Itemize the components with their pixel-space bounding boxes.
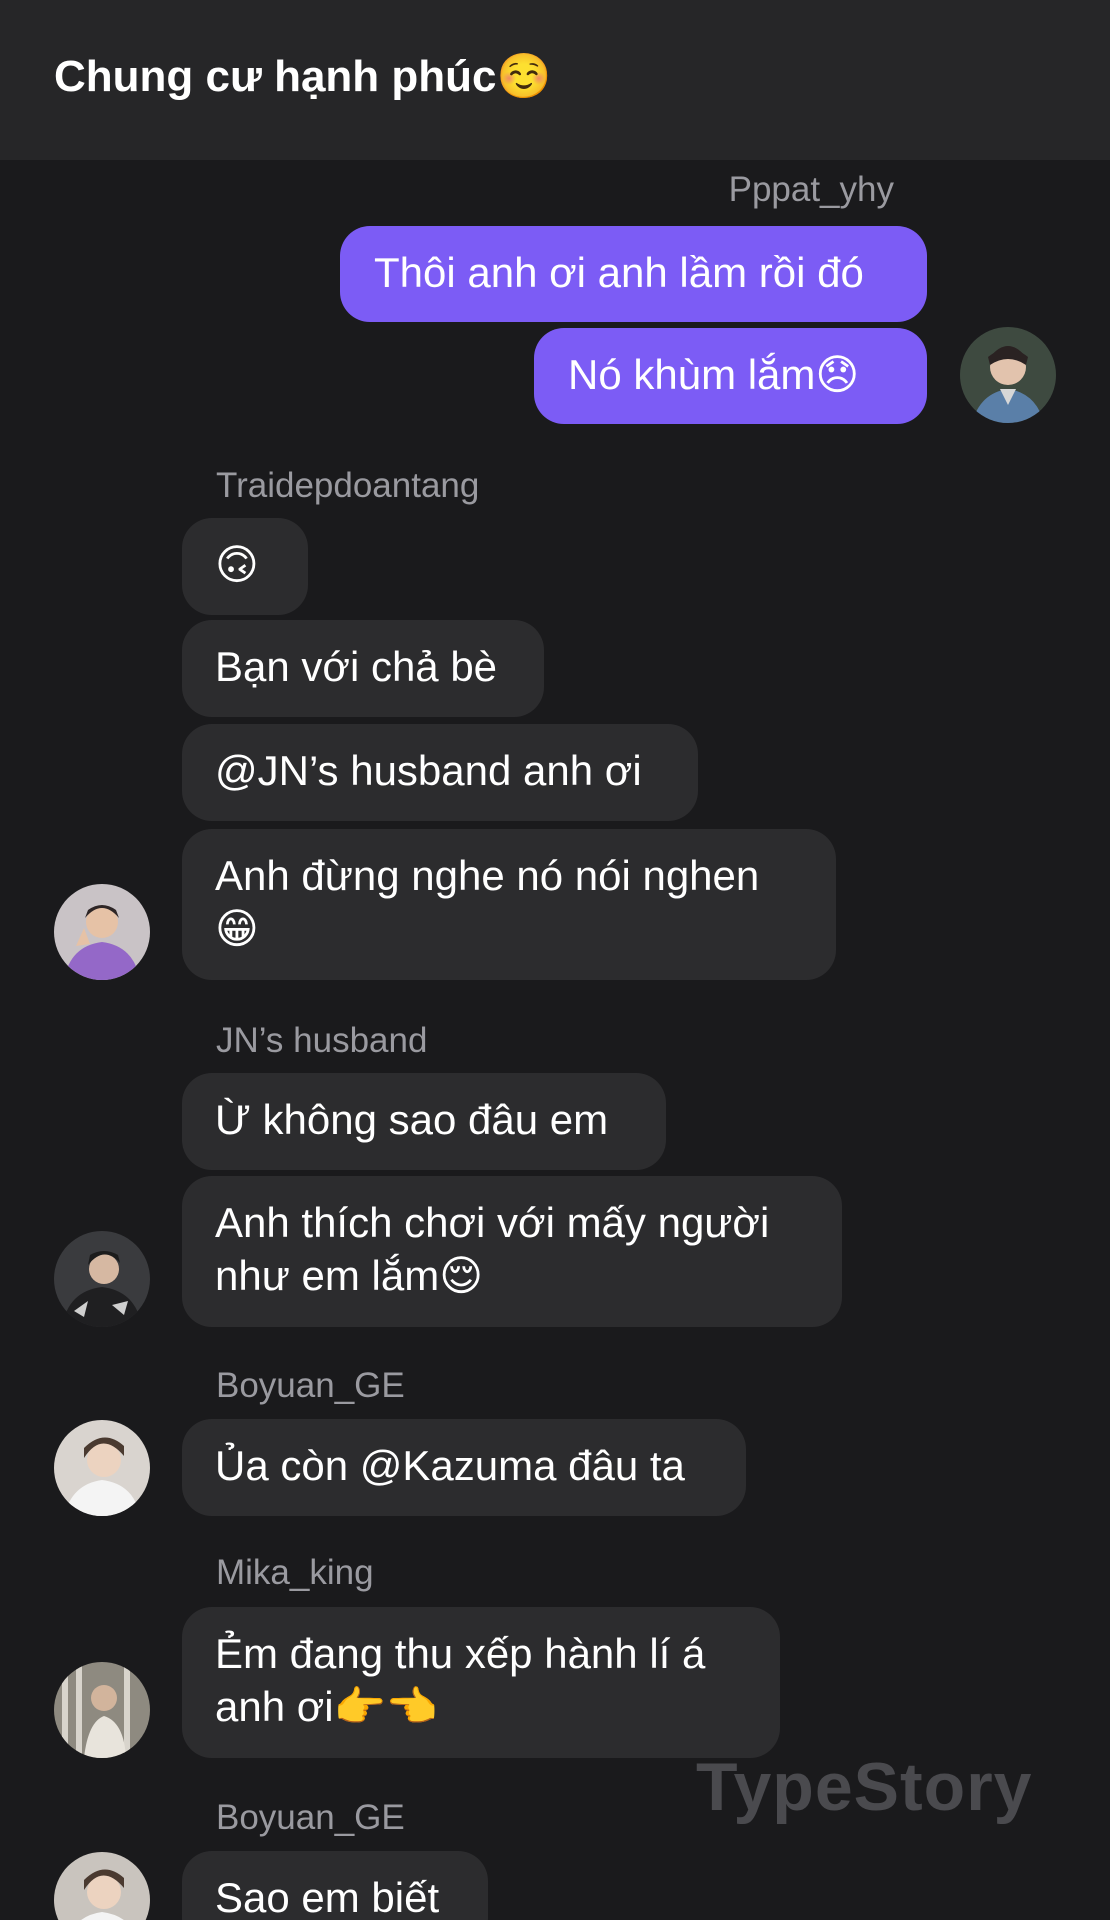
sender-name: JN’s husband <box>216 1021 428 1060</box>
chat-title-text: Chung cư hạnh phúc <box>54 52 497 101</box>
message-bubble[interactable]: Ẻm đang thu xếp hành lí á anh ơi👉👈 <box>182 1607 780 1758</box>
avatar-traidepdoantang[interactable] <box>54 884 150 980</box>
avatar-boyuan[interactable] <box>54 1852 150 1920</box>
message-bubble[interactable]: Thôi anh ơi anh lầm rồi đó <box>340 226 927 322</box>
message-bubble[interactable]: @JN’s husband anh ơi <box>182 724 698 821</box>
avatar-jn-husband[interactable] <box>54 1231 150 1327</box>
message-bubble[interactable]: Nó khùm lắm😞 <box>534 328 927 424</box>
message-bubble[interactable]: 🙃 <box>182 518 308 615</box>
chat-header: Chung cư hạnh phúc☺️ <box>0 0 1110 160</box>
watermark: TypeStory <box>696 1749 1033 1825</box>
message-bubble[interactable]: Anh đừng nghe nó nói nghen 😁 <box>182 829 836 980</box>
message-bubble[interactable]: Bạn với chả bè <box>182 620 544 717</box>
message-bubble[interactable]: Sao em biết <box>182 1851 488 1920</box>
sender-name: Boyuan_GE <box>216 1366 405 1405</box>
avatar-mika[interactable] <box>54 1662 150 1758</box>
avatar-pppat[interactable] <box>960 327 1056 423</box>
sender-name: Boyuan_GE <box>216 1798 405 1837</box>
chat-screen: Chung cư hạnh phúc☺️ Pppat_yhy Thôi anh … <box>0 0 1110 1920</box>
sender-name: Mika_king <box>216 1553 374 1592</box>
sender-name: Traidepdoantang <box>216 466 480 505</box>
avatar-boyuan[interactable] <box>54 1420 150 1516</box>
sender-name: Pppat_yhy <box>728 170 894 209</box>
message-bubble[interactable]: Anh thích chơi với mấy người như em lắm😌 <box>182 1176 842 1327</box>
message-bubble[interactable]: Ủa còn @Kazuma đâu ta <box>182 1419 746 1516</box>
message-bubble[interactable]: Ừ không sao đâu em <box>182 1073 666 1170</box>
chat-title[interactable]: Chung cư hạnh phúc☺️ <box>54 50 551 102</box>
chat-title-emoji: ☺️ <box>496 52 552 101</box>
